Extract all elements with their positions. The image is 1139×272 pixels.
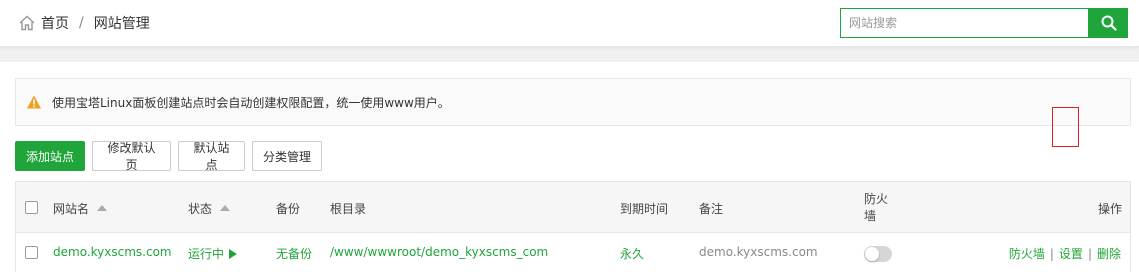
table-row: demo.kyxscms.com 运行中 无备份 /www/wwwroot/de… bbox=[16, 233, 1130, 272]
settings-action-link[interactable]: 设置 bbox=[1059, 245, 1083, 262]
row-actions: 防火墙 | 设置 | 删除 bbox=[1009, 245, 1121, 262]
breadcrumb-separator: / bbox=[79, 15, 84, 31]
search-input[interactable] bbox=[840, 8, 1089, 38]
column-header-site-name[interactable]: 网站名 bbox=[53, 200, 108, 217]
row-checkbox[interactable] bbox=[25, 246, 38, 259]
remark-text[interactable]: demo.kyxscms.com bbox=[699, 245, 818, 259]
action-separator: | bbox=[1087, 246, 1092, 261]
table-header: 网站名 状态 备份 根目录 到期时间 备注 防火墙 操作 bbox=[16, 182, 1130, 233]
site-name-link[interactable]: demo.kyxscms.com bbox=[53, 245, 172, 259]
firewall-action-link[interactable]: 防火墙 bbox=[1009, 245, 1045, 262]
breadcrumb-current: 网站管理 bbox=[93, 16, 150, 32]
edit-default-page-button[interactable]: 修改默认页 bbox=[92, 141, 171, 172]
alert-text: 使用宝塔Linux面板创建站点时会自动创建权限配置，统一使用www用户。 bbox=[52, 95, 450, 110]
select-all-checkbox[interactable] bbox=[25, 201, 38, 214]
add-site-button[interactable]: 添加站点 bbox=[15, 141, 85, 171]
action-separator: | bbox=[1049, 246, 1054, 261]
home-icon[interactable] bbox=[18, 14, 36, 32]
root-dir-link[interactable]: /www/wwwroot/demo_kyxscms_com bbox=[330, 245, 548, 259]
firewall-toggle-knob bbox=[865, 247, 879, 261]
column-header-remark: 备注 bbox=[699, 202, 724, 216]
column-header-backup: 备份 bbox=[276, 202, 301, 216]
sort-up-icon bbox=[97, 204, 108, 211]
warning-icon bbox=[27, 95, 41, 109]
column-header-status[interactable]: 状态 bbox=[188, 200, 231, 217]
column-header-expiry[interactable]: 到期时间 bbox=[620, 200, 668, 217]
site-name-header-label: 网站名 bbox=[53, 202, 90, 216]
site-table: 网站名 状态 备份 根目录 到期时间 备注 防火墙 操作 demo.kyxscm… bbox=[15, 181, 1131, 272]
top-bar: 首页 / 网站管理 bbox=[0, 0, 1139, 47]
search-icon bbox=[1101, 15, 1117, 31]
breadcrumb: 首页 / 网站管理 bbox=[18, 13, 150, 33]
column-header-actions: 操作 bbox=[1098, 202, 1123, 216]
backup-link[interactable]: 无备份 bbox=[276, 245, 312, 262]
expiry-link[interactable]: 永久 bbox=[620, 245, 644, 262]
category-manage-button[interactable]: 分类管理 bbox=[252, 141, 322, 171]
main-panel: 使用宝塔Linux面板创建站点时会自动创建权限配置，统一使用www用户。 添加站… bbox=[0, 62, 1139, 272]
default-site-button[interactable]: 默认站点 bbox=[178, 141, 245, 172]
firewall-toggle[interactable] bbox=[864, 246, 892, 262]
status-header-label: 状态 bbox=[188, 202, 213, 216]
breadcrumb-home[interactable]: 首页 bbox=[41, 13, 69, 33]
permission-alert: 使用宝塔Linux面板创建站点时会自动创建权限配置，统一使用www用户。 bbox=[15, 78, 1131, 126]
status-label: 运行中 bbox=[188, 247, 225, 261]
column-header-firewall: 防火墙 bbox=[864, 192, 889, 223]
delete-action-link[interactable]: 删除 bbox=[1097, 245, 1121, 262]
toolbar: 添加站点 修改默认页 默认站点 分类管理 bbox=[15, 141, 322, 172]
sort-up-icon bbox=[220, 204, 231, 211]
column-header-root-dir: 根目录 bbox=[330, 202, 367, 216]
play-icon bbox=[229, 248, 238, 259]
status-toggle[interactable]: 运行中 bbox=[188, 245, 238, 262]
search-button[interactable] bbox=[1089, 8, 1128, 38]
